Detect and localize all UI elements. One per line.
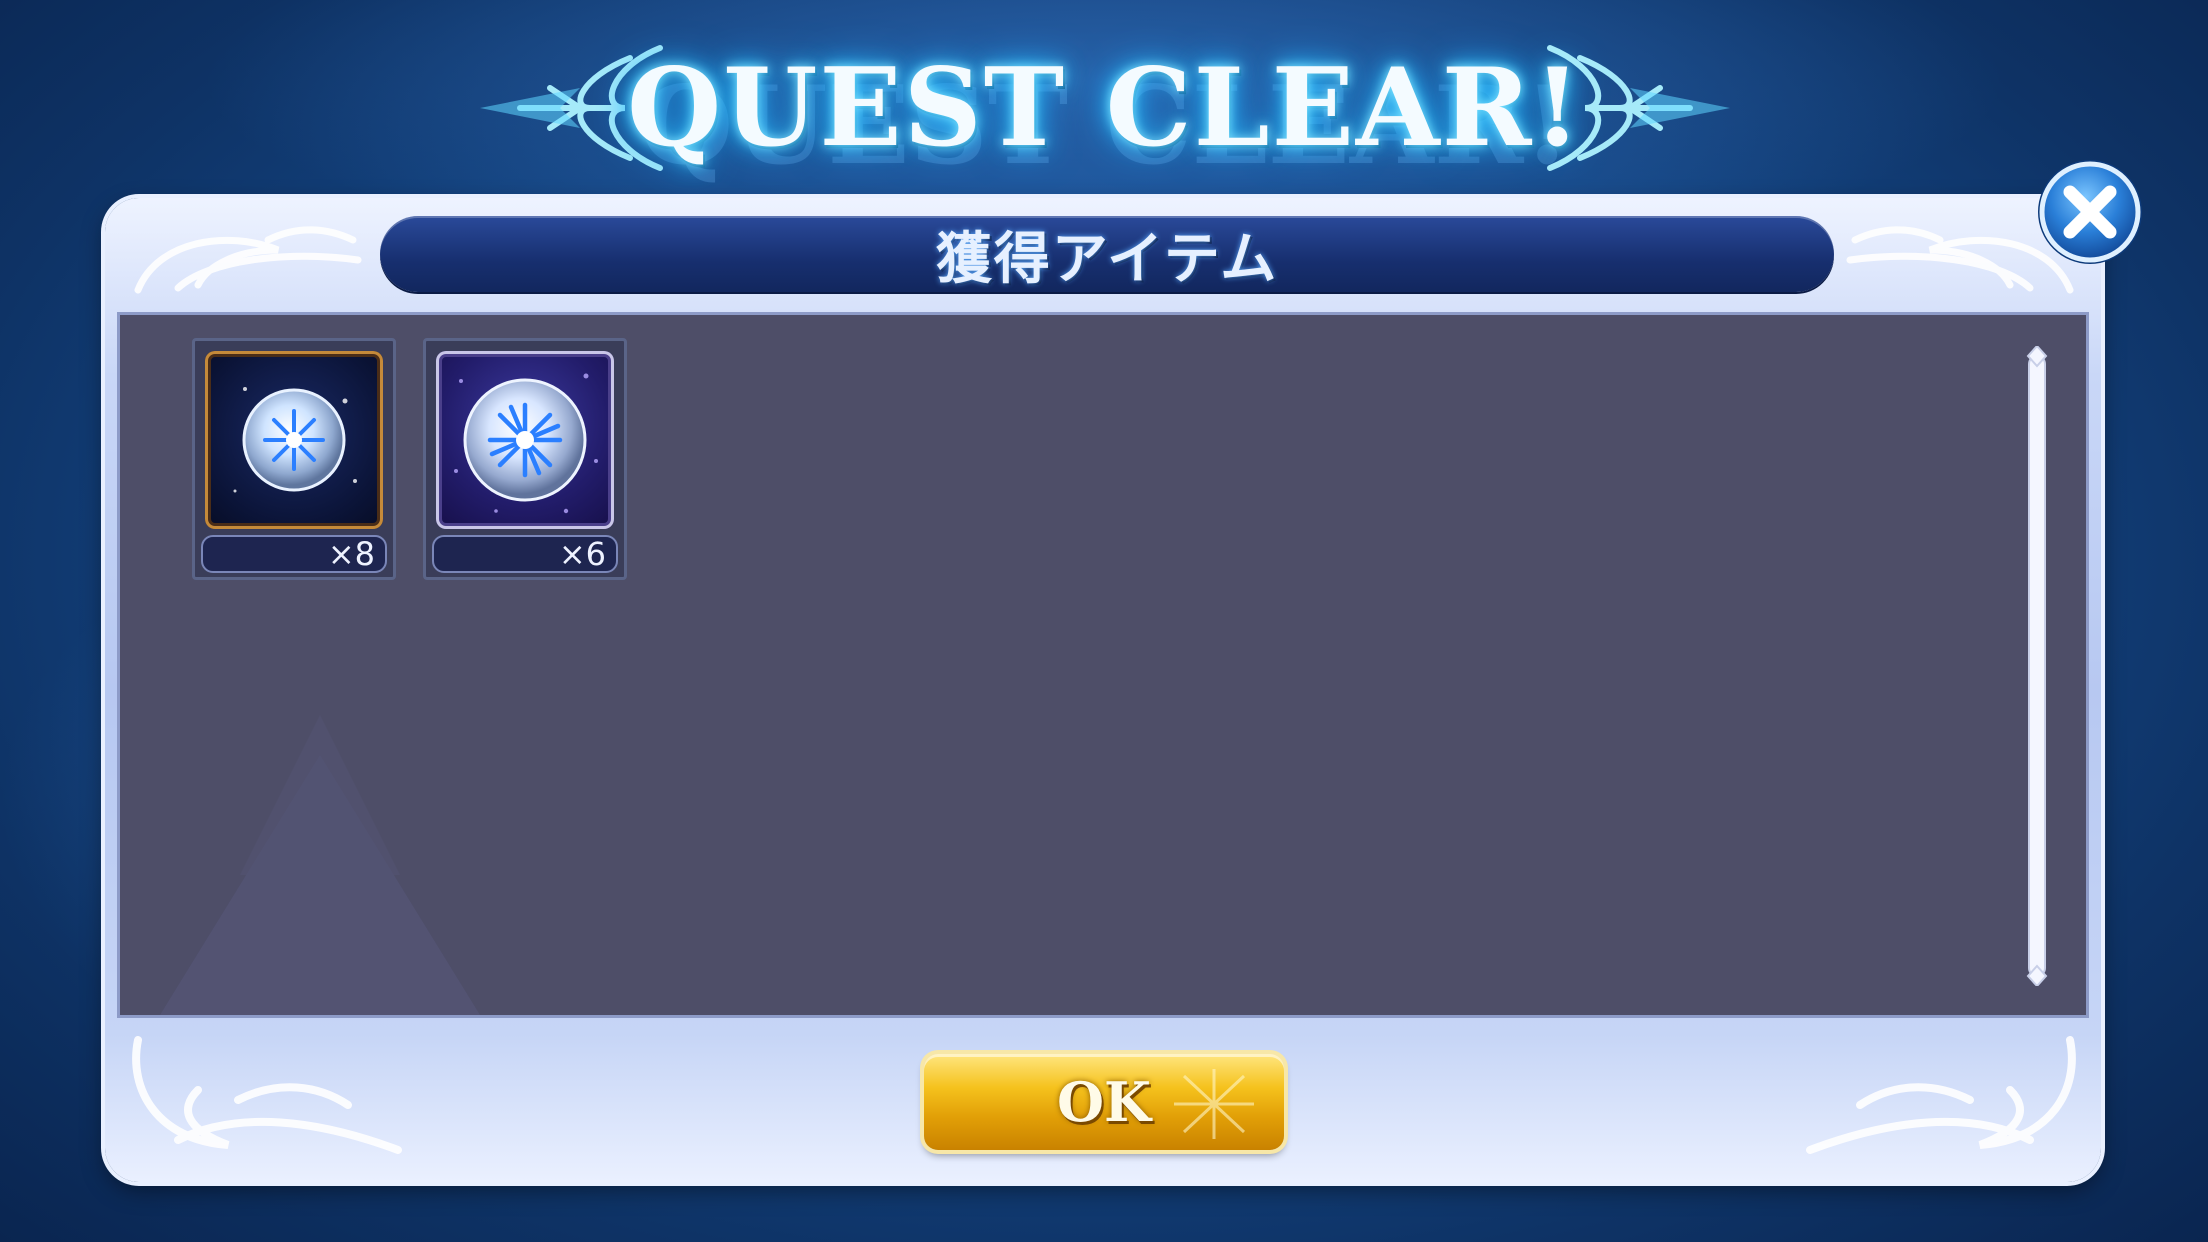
- dialog-title: 獲得アイテム: [935, 226, 1279, 292]
- ok-label: OK: [1057, 1070, 1151, 1134]
- right-wing-ornament-icon: [1547, 45, 1730, 171]
- dialog-header: 獲得アイテム: [380, 216, 1834, 292]
- crystal-orb-large-icon: [436, 351, 614, 529]
- quantity-badge: ×8: [201, 535, 387, 573]
- reward-item[interactable]: ×8: [192, 338, 396, 580]
- crystal-orb-icon: [205, 351, 383, 529]
- rewards-list: [117, 312, 2089, 1018]
- reward-item[interactable]: ×6: [423, 338, 627, 580]
- scrollbar[interactable]: [2022, 346, 2052, 986]
- bottom-left-ornament-icon: [132, 1036, 402, 1154]
- quantity-badge: ×6: [432, 535, 618, 573]
- sparkle-icon: [1174, 1069, 1254, 1139]
- close-icon[interactable]: [2034, 156, 2146, 268]
- quantity-label: ×8: [327, 535, 375, 573]
- bottom-right-ornament-icon: [1806, 1036, 2076, 1154]
- background-emblem: [160, 715, 480, 1015]
- quantity-label: ×6: [558, 535, 606, 573]
- quest-clear-banner: QUEST CLEAR! QUEST CLEAR!: [460, 28, 1750, 189]
- top-left-ornament-icon: [134, 226, 362, 294]
- ok-button[interactable]: OK: [924, 1054, 1284, 1150]
